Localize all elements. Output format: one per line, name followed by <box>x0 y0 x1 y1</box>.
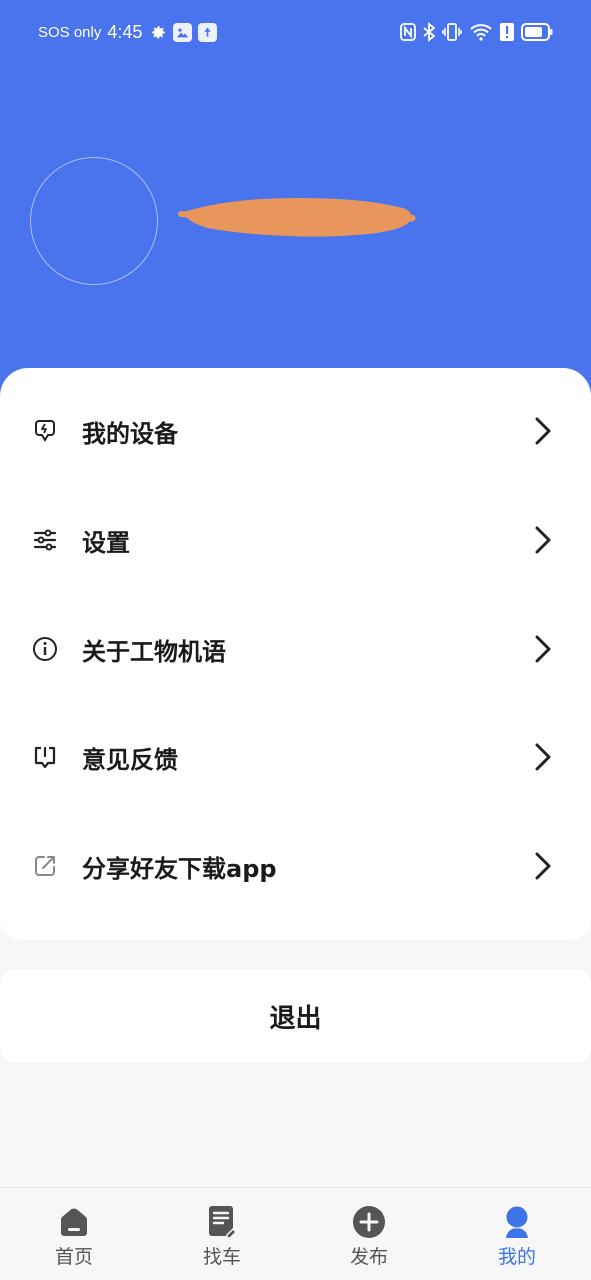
tab-label: 找车 <box>202 1246 241 1268</box>
tab-label: 首页 <box>54 1246 93 1268</box>
vibrate-icon <box>442 22 462 42</box>
wifi-icon <box>469 22 493 42</box>
chevron-right-icon <box>535 743 551 771</box>
device-icon <box>30 416 60 446</box>
chevron-right-icon <box>535 635 551 663</box>
carrier-text: SOS only <box>38 24 102 41</box>
bottom-tab-bar: 首页 找车 发布 我的 <box>0 1187 591 1280</box>
menu-item-label: 分享好友下载app <box>82 854 277 883</box>
menu-item-about[interactable]: 关于工物机语 <box>0 595 591 703</box>
document-icon <box>204 1204 240 1240</box>
menu-item-label: 我的设备 <box>82 419 178 448</box>
tab-publish[interactable]: 发布 <box>295 1188 443 1280</box>
chevron-right-icon <box>535 417 551 445</box>
tab-home[interactable]: 首页 <box>0 1188 148 1280</box>
menu-card: 我的设备 设置 关于工物机语 意见反馈 分享好友下载app <box>0 368 591 940</box>
alert-icon <box>500 23 514 41</box>
share-icon <box>30 851 60 881</box>
menu-item-label: 设置 <box>82 528 130 557</box>
upload-icon <box>198 23 218 42</box>
nfc-icon <box>400 23 416 41</box>
feedback-icon <box>30 742 60 772</box>
avatar[interactable] <box>30 157 158 285</box>
chevron-right-icon <box>535 526 551 554</box>
tab-find-car[interactable]: 找车 <box>148 1188 296 1280</box>
home-icon <box>56 1204 92 1240</box>
sliders-icon <box>30 525 60 555</box>
menu-item-label: 意见反馈 <box>82 745 178 774</box>
menu-item-feedback[interactable]: 意见反馈 <box>0 703 591 811</box>
menu-item-share[interactable]: 分享好友下载app <box>0 812 591 920</box>
redacted-username <box>178 194 416 238</box>
status-bar: SOS only 4:45 <box>0 0 591 66</box>
chevron-right-icon <box>535 852 551 880</box>
tab-label: 我的 <box>497 1246 536 1268</box>
photo-icon <box>173 23 193 42</box>
menu-item-settings[interactable]: 设置 <box>0 486 591 594</box>
clock: 4:45 <box>107 22 143 42</box>
bluetooth-icon <box>423 22 435 42</box>
battery-icon <box>521 23 553 41</box>
logout-button[interactable]: 退出 <box>0 969 591 1063</box>
logout-label: 退出 <box>269 1003 322 1034</box>
gear-icon <box>150 24 167 41</box>
person-icon <box>499 1204 535 1240</box>
menu-item-my-devices[interactable]: 我的设备 <box>0 377 591 485</box>
tab-mine[interactable]: 我的 <box>443 1188 591 1280</box>
menu-item-label: 关于工物机语 <box>82 637 226 666</box>
info-icon <box>30 634 60 664</box>
plus-circle-icon <box>351 1204 387 1240</box>
tab-label: 发布 <box>349 1246 388 1268</box>
